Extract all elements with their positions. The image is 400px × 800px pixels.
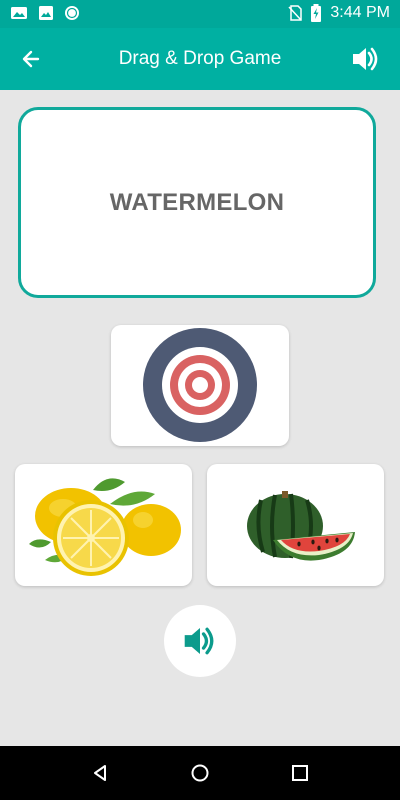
status-left-icons [10,5,80,21]
option-card-lemons[interactable] [15,464,192,586]
word-card: WATERMELON [18,107,376,298]
watermelon-image [247,491,355,561]
status-right: 3:44 PM [288,4,390,22]
recent-square-icon[interactable] [289,762,311,784]
speaker-icon [184,627,214,655]
system-nav-bar [0,746,400,800]
speaker-icon[interactable] [348,42,382,76]
no-sim-icon [288,5,303,21]
battery-charging-icon [311,4,322,22]
sync-notification-icon [65,6,79,20]
target-icon [143,328,257,442]
app-bar: Drag & Drop Game [0,28,400,90]
option-card-watermelon[interactable] [207,464,384,586]
page-title: Drag & Drop Game [118,48,282,69]
drop-target-card[interactable] [111,325,289,446]
back-triangle-icon[interactable] [89,762,111,784]
word-label: WATERMELON [109,188,285,216]
home-circle-icon[interactable] [189,762,211,784]
status-bar: 3:44 PM [0,0,400,28]
image-notification-icon [39,6,53,20]
status-time: 3:44 PM [330,4,390,21]
play-sound-button[interactable] [164,605,236,677]
lemons-image [29,478,181,576]
mail-notification-icon [11,7,27,19]
